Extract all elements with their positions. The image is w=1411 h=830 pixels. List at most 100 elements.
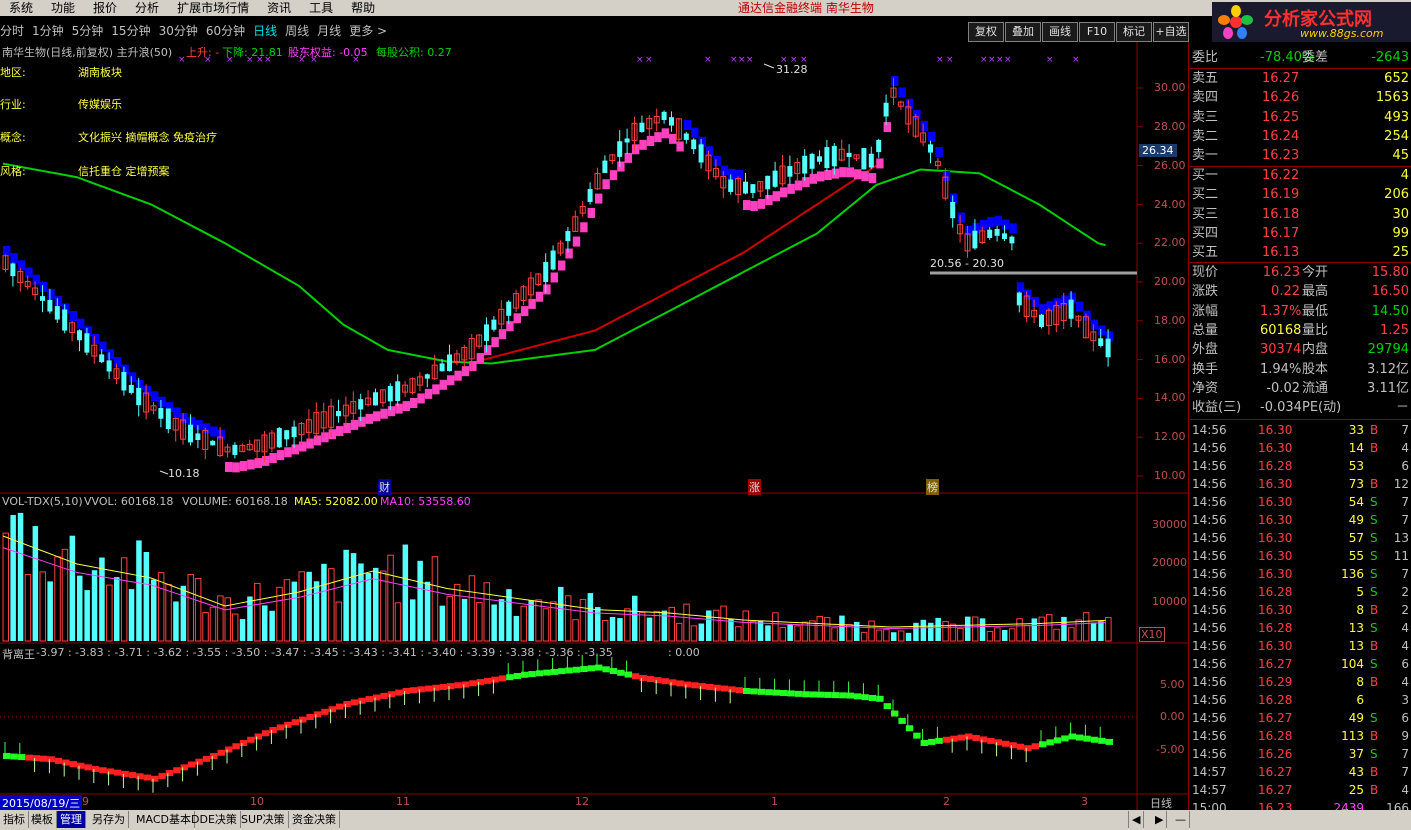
volume-bar xyxy=(624,608,631,642)
volume-bar xyxy=(698,623,705,641)
f10-button[interactable]: F10 xyxy=(1079,22,1115,42)
stat-row: 涨幅 1.37% 最低 14.50 xyxy=(1190,303,1411,321)
scroll-left-icon[interactable]: ◀ xyxy=(1128,811,1145,828)
tab-dde[interactable]: DDE决策 xyxy=(188,811,241,828)
osc-step-block xyxy=(780,690,788,697)
menu-item-analysis[interactable]: 分析 xyxy=(126,0,168,16)
tick-time: 14:56 xyxy=(1192,567,1227,581)
trend-ribbon-block xyxy=(484,345,492,356)
tab-manage[interactable]: 管理 xyxy=(57,811,86,828)
menu-item-tools[interactable]: 工具 xyxy=(300,0,342,16)
bid-row[interactable]: 买三 16.18 30 xyxy=(1190,206,1411,224)
osc-step-block xyxy=(617,669,625,676)
stat-label: 今开 xyxy=(1302,265,1329,280)
trend-ribbon-block xyxy=(306,438,314,449)
candle-body xyxy=(602,160,608,173)
volume-bar xyxy=(1090,622,1097,641)
menu-item-help[interactable]: 帮助 xyxy=(342,0,384,16)
candle-body xyxy=(136,387,142,406)
tick-row: 14:56 16.28 53 6 xyxy=(1190,457,1411,475)
menu-item-market[interactable]: 扩展市场行情 xyxy=(168,0,258,16)
candle-body xyxy=(743,181,748,194)
period-fenshi[interactable]: 分时 xyxy=(0,20,24,42)
stat-value: 3.11亿 xyxy=(1367,380,1409,396)
event-marker-finance[interactable]: 财 xyxy=(378,479,391,495)
menu-item-system[interactable]: 系统 xyxy=(0,0,42,16)
up-value: 上升: - xyxy=(186,46,220,59)
period-more[interactable]: 更多 > xyxy=(349,20,387,42)
mark-button[interactable]: 标记 xyxy=(1116,22,1152,42)
month-label: 11 xyxy=(396,795,410,808)
kline-chart[interactable]: × × × × × × × × × × × × × × × × × × × × × × × × × × xyxy=(0,42,1188,810)
event-marker-rank[interactable]: 榜 xyxy=(926,479,939,495)
period-indicator[interactable]: 日线 xyxy=(1150,795,1172,811)
osc-step-block xyxy=(217,749,225,756)
trend-ribbon-block xyxy=(654,132,662,143)
tick-time: 14:56 xyxy=(1192,729,1227,743)
period-monthly[interactable]: 月线 xyxy=(317,20,341,42)
volume-bar xyxy=(920,619,927,641)
ask-row[interactable]: 卖四 16.26 1563 xyxy=(1190,89,1411,107)
bid-label: 买三 xyxy=(1192,206,1219,222)
ask-row[interactable]: 卖五 16.27 652 xyxy=(1190,70,1411,88)
tab-save-as[interactable]: 另存为 xyxy=(89,811,129,828)
ask-volume: 1563 xyxy=(1375,90,1409,106)
draw-line-button[interactable]: 画线 xyxy=(1042,22,1078,42)
menu-item-quote[interactable]: 报价 xyxy=(84,0,126,16)
osc-step-block xyxy=(935,737,943,744)
osc-step-block xyxy=(846,692,854,699)
tab-fund[interactable]: 资金决策 xyxy=(289,811,340,828)
volume-bar xyxy=(491,604,497,641)
tick-side: B xyxy=(1370,477,1379,491)
range-annotation: 20.56 - 20.30 xyxy=(930,257,1004,270)
osc-step-block xyxy=(254,733,262,740)
period-daily[interactable]: 日线 xyxy=(253,20,277,42)
bid-row[interactable]: 买四 16.17 99 xyxy=(1190,225,1411,243)
candle-body xyxy=(121,371,127,391)
osc-step-block xyxy=(461,681,470,688)
scroll-right-icon[interactable]: ▶ xyxy=(1152,811,1168,828)
period-weekly[interactable]: 周线 xyxy=(285,20,309,42)
tab-template[interactable]: 模板 xyxy=(28,811,57,828)
volume-bar xyxy=(91,570,98,641)
tab-sup[interactable]: SUP决策 xyxy=(238,811,289,828)
period-1min[interactable]: 1分钟 xyxy=(32,20,64,42)
menu-item-news[interactable]: 资讯 xyxy=(258,0,300,16)
ask-volume: 652 xyxy=(1384,71,1409,86)
fuquan-button[interactable]: 复权 xyxy=(968,22,1004,42)
osc-step-block xyxy=(535,670,544,677)
bid-row[interactable]: 买五 16.13 25 xyxy=(1190,244,1411,262)
volume-bar xyxy=(579,598,587,642)
y-tick: 28.00 xyxy=(1154,120,1186,133)
candle-body xyxy=(188,424,193,443)
osc-step-block xyxy=(898,717,906,724)
bid-price: 16.22 xyxy=(1262,168,1300,183)
add-watchlist-button[interactable]: +自选 xyxy=(1153,22,1189,42)
period-30min[interactable]: 30分钟 xyxy=(159,20,198,42)
tab-indicator[interactable]: 指标 xyxy=(0,811,29,828)
tick-time: 14:56 xyxy=(1192,657,1227,671)
candle-body xyxy=(787,166,793,177)
minimize-panel-icon[interactable]: — xyxy=(1172,811,1190,828)
osc-step-block xyxy=(565,667,573,674)
osc-step-block xyxy=(639,675,647,681)
tab-macd[interactable]: MACD基本 xyxy=(133,811,195,828)
trend-ribbon-block xyxy=(1053,298,1062,309)
event-marker-limit[interactable]: 涨 xyxy=(748,479,761,495)
volume-bar xyxy=(595,607,601,641)
osc-step-block xyxy=(32,755,40,762)
osc-step-block xyxy=(84,764,92,771)
ask-row[interactable]: 卖三 16.25 493 xyxy=(1190,109,1411,127)
ask-row[interactable]: 卖一 16.23 45 xyxy=(1190,147,1411,165)
trend-ribbon-block xyxy=(854,169,862,180)
ask-row[interactable]: 卖二 16.24 254 xyxy=(1190,128,1411,146)
menu-item-function[interactable]: 功能 xyxy=(42,0,84,16)
bid-row[interactable]: 买一 16.22 4 xyxy=(1190,167,1411,185)
tick-count: 4 xyxy=(1401,621,1409,635)
period-60min[interactable]: 60分钟 xyxy=(206,20,245,42)
period-15min[interactable]: 15分钟 xyxy=(111,20,150,42)
bid-volume: 25 xyxy=(1392,245,1409,261)
period-5min[interactable]: 5分钟 xyxy=(72,20,104,42)
bid-row[interactable]: 买二 16.19 206 xyxy=(1190,186,1411,204)
overlay-button[interactable]: 叠加 xyxy=(1005,22,1041,42)
